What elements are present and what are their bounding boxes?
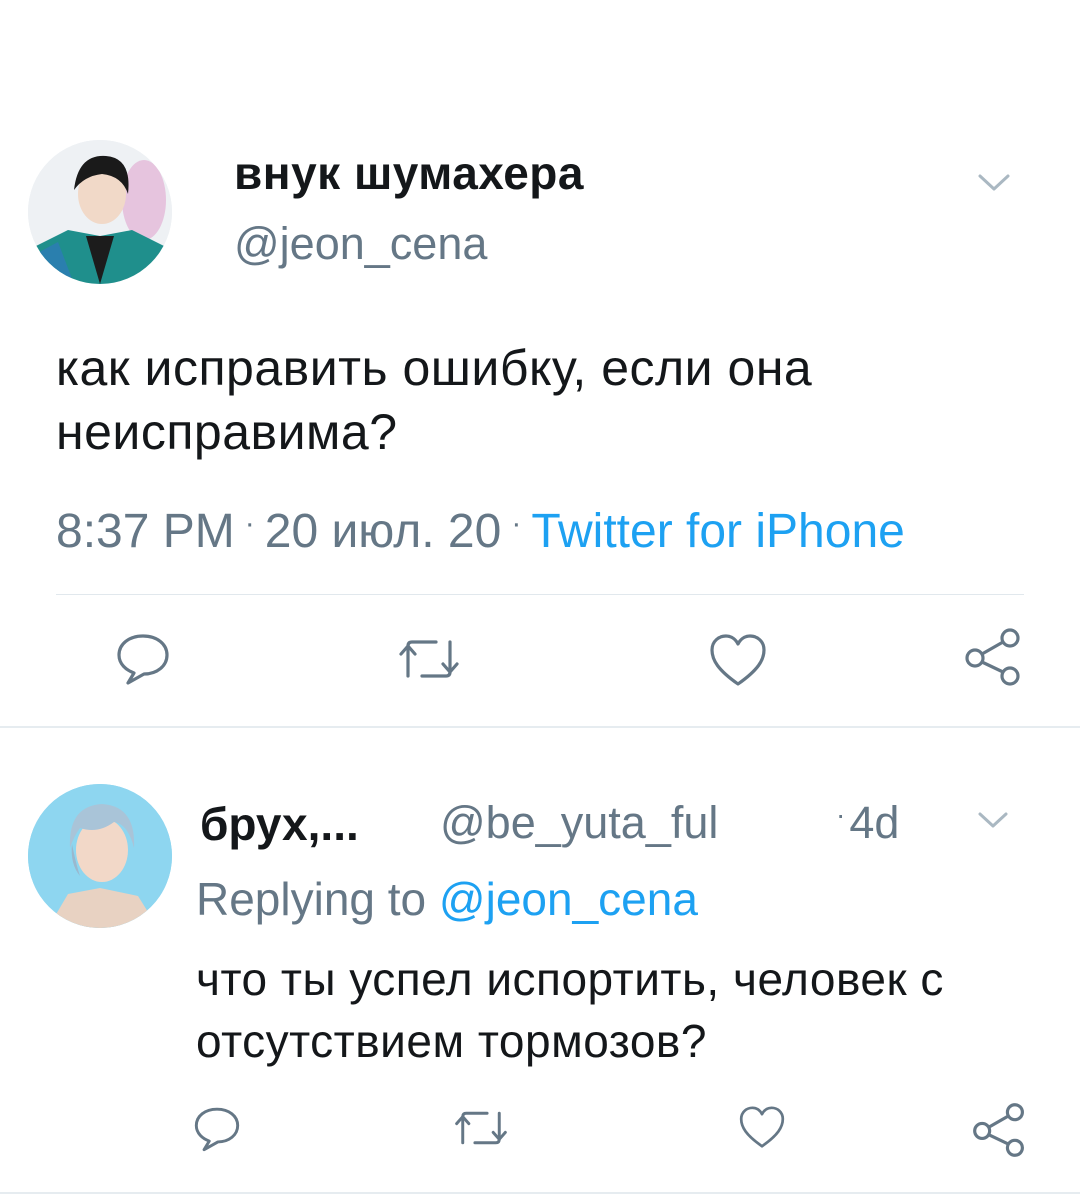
chevron-down-icon[interactable] — [976, 168, 1012, 196]
reply-bubble-icon[interactable] — [114, 630, 172, 688]
chevron-down-icon[interactable] — [976, 808, 1010, 832]
user-handle[interactable]: @be_yuta_ful — [440, 797, 718, 849]
heart-icon[interactable] — [708, 632, 768, 688]
tweet-date: 20 июл. 20 — [264, 505, 502, 558]
avatar[interactable] — [28, 784, 172, 928]
heart-icon[interactable] — [738, 1104, 786, 1150]
avatar-image — [28, 140, 172, 284]
replying-to-label: Replying to — [196, 873, 427, 925]
meta-separator: · — [836, 799, 846, 830]
tweet-time: 8:37 PM — [56, 505, 235, 558]
tweet-age-value: 4d — [849, 797, 900, 848]
retweet-icon[interactable] — [398, 636, 460, 682]
tweet-meta: 8:37 PM · 20 июл. 20 · Twitter for iPhone — [56, 504, 905, 559]
replying-to: Replying to @jeon_cena — [196, 872, 698, 926]
meta-separator: · — [511, 507, 522, 540]
share-icon[interactable] — [970, 1100, 1028, 1160]
display-name[interactable]: брух,... — [200, 797, 359, 851]
tweet-age: ·4d — [836, 797, 899, 849]
divider — [56, 594, 1024, 595]
tweet-source-link[interactable]: Twitter for iPhone — [531, 505, 905, 558]
share-icon[interactable] — [962, 626, 1024, 688]
tweet-text: как исправить ошибку, если она неисправи… — [56, 340, 813, 460]
meta-separator: · — [244, 507, 255, 540]
display-name[interactable]: внук шумахера — [234, 146, 584, 200]
tweet-text: что ты успел испортить, человек с отсутс… — [196, 953, 944, 1067]
retweet-icon[interactable] — [454, 1108, 508, 1148]
avatar[interactable] — [28, 140, 172, 284]
mention-link[interactable]: @jeon_cena — [439, 873, 698, 925]
divider — [0, 1192, 1080, 1194]
avatar-image — [28, 784, 172, 928]
section-divider — [0, 726, 1080, 728]
reply-bubble-icon[interactable] — [192, 1104, 242, 1154]
user-handle[interactable]: @jeon_cena — [234, 218, 487, 270]
